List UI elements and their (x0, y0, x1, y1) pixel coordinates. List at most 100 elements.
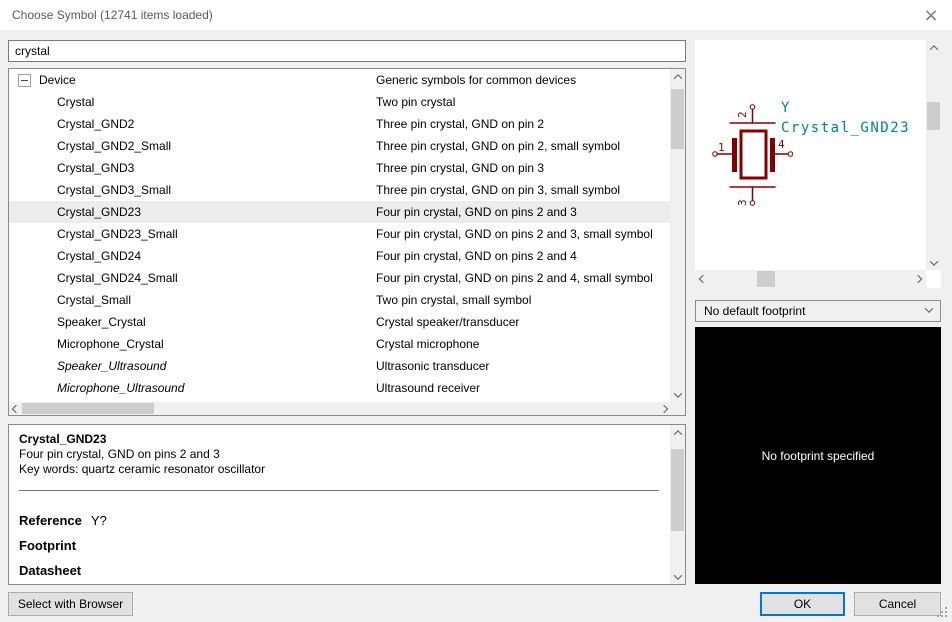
symbol-value-label: Crystal_GND23 (781, 120, 910, 136)
symbol-name: Crystal (57, 95, 94, 109)
symbol-name: Device (39, 73, 76, 87)
symbol-details-panel: Crystal_GND23 Four pin crystal, GND on p… (8, 424, 686, 585)
tree-row-Microphone_Ultrasound[interactable]: Microphone_Ultrasound Ultrasound receiver (9, 377, 670, 399)
symbol-description: Four pin crystal, GND on pins 2 and 3 (376, 205, 670, 219)
scroll-up-icon[interactable] (670, 425, 685, 440)
tree-row-Crystal_Small[interactable]: Crystal_Small Two pin crystal, small symb… (9, 289, 670, 311)
scroll-right-icon[interactable] (910, 270, 926, 288)
detail-field-datasheet: Datasheet (19, 558, 659, 583)
symbol-description: Ultrasound receiver (376, 381, 670, 395)
scroll-up-icon[interactable] (926, 40, 941, 55)
symbol-tree-list: Device Generic symbols for common devices… (8, 68, 686, 416)
scroll-up-icon[interactable] (670, 69, 685, 84)
crystal-symbol-drawing: 1 4 2 3 Y Crystal_GND23 (695, 40, 926, 270)
symbol-description: Crystal microphone (376, 337, 670, 351)
tree-row-Crystal_GND3_Small[interactable]: Crystal_GND3_Small Three pin crystal, GND… (9, 179, 670, 201)
detail-field-reference: ReferenceY? (19, 508, 659, 533)
tree-hscroll-thumb[interactable] (22, 403, 154, 414)
field-label: Reference (19, 508, 91, 533)
pin-number-2: 2 (736, 111, 749, 118)
ok-button[interactable]: OK (760, 592, 845, 616)
tree-row-Crystal_GND23_Small[interactable]: Crystal_GND23_Small Four pin crystal, GND… (9, 223, 670, 245)
symbol-name: Speaker_Ultrasound (57, 359, 166, 373)
symbol-name: Crystal_GND2_Small (57, 139, 171, 153)
symbol-description: Three pin crystal, GND on pin 3, small s… (376, 183, 670, 197)
chevron-down-icon (925, 304, 933, 312)
symbol-description: Three pin crystal, GND on pin 3 (376, 161, 670, 175)
symbol-preview-panel: 1 4 2 3 Y Crystal_GND23 (695, 40, 941, 288)
symbol-description: Four pin crystal, GND on pins 2 and 3, s… (376, 227, 670, 241)
scroll-left-icon[interactable] (695, 270, 711, 288)
scroll-right-icon[interactable] (657, 402, 670, 415)
pin-number-3: 3 (736, 199, 749, 206)
symbol-name: Crystal_GND2 (57, 117, 134, 131)
symbol-description: Four pin crystal, GND on pins 2 and 4 (376, 249, 670, 263)
preview-vscroll-thumb[interactable] (927, 102, 940, 130)
detail-symbol-description: Four pin crystal, GND on pins 2 and 3 (19, 447, 659, 462)
tree-vscroll-thumb[interactable] (671, 89, 684, 149)
choose-symbol-dialog: { "window": { "title": "Choose Symbol (1… (0, 0, 952, 622)
scroll-down-icon[interactable] (670, 387, 685, 402)
scrollbar-corner (670, 402, 685, 415)
preview-hscroll-thumb[interactable] (757, 271, 775, 287)
detail-fields: ReferenceY?FootprintDatasheet (19, 508, 659, 583)
tree-row-Crystal_GND24_Small[interactable]: Crystal_GND24_Small Four pin crystal, GND… (9, 267, 670, 289)
symbol-description: Generic symbols for common devices (376, 73, 670, 87)
tree-row-Speaker_Crystal[interactable]: Speaker_Crystal Crystal speaker/transduce… (9, 311, 670, 333)
title-bar: Choose Symbol (12741 items loaded) × (0, 0, 952, 30)
tree-vertical-scrollbar[interactable] (670, 69, 685, 402)
tree-row-Speaker_Ultrasound[interactable]: Speaker_Ultrasound Ultrasonic transducer (9, 355, 670, 377)
symbol-name: Crystal_GND3_Small (57, 183, 171, 197)
symbol-reference-label: Y (781, 100, 791, 116)
symbol-description: Two pin crystal (376, 95, 670, 109)
footprint-select-value: No default footprint (704, 304, 926, 318)
symbol-description: Two pin crystal, small symbol (376, 293, 670, 307)
pin-number-4: 4 (778, 138, 785, 151)
tree-collapse-icon[interactable] (18, 74, 31, 87)
tree-row-Crystal_GND2[interactable]: Crystal_GND2 Three pin crystal, GND on pi… (9, 113, 670, 135)
detail-field-footprint: Footprint (19, 533, 659, 558)
resize-grip-icon[interactable] (937, 607, 947, 617)
symbol-name: Speaker_Crystal (57, 315, 146, 329)
tree-row-Crystal[interactable]: Crystal Two pin crystal (9, 91, 670, 113)
symbol-name: Crystal_GND3 (57, 161, 134, 175)
close-icon[interactable]: × (918, 2, 944, 28)
tree-row-Crystal_GND3[interactable]: Crystal_GND3 Three pin crystal, GND on pi… (9, 157, 670, 179)
preview-horizontal-scrollbar[interactable] (695, 270, 926, 288)
detail-symbol-name: Crystal_GND23 (19, 432, 659, 447)
symbol-name: Microphone_Crystal (57, 337, 164, 351)
field-label: Footprint (19, 533, 91, 558)
details-scroll-thumb[interactable] (671, 449, 684, 531)
symbol-description: Four pin crystal, GND on pins 2 and 4, s… (376, 271, 670, 285)
details-scrollbar[interactable] (670, 425, 685, 584)
symbol-description: Ultrasonic transducer (376, 359, 670, 373)
symbol-tree-rows: Device Generic symbols for common devices… (9, 69, 670, 402)
symbol-name: Crystal_GND24_Small (57, 271, 178, 285)
footprint-select[interactable]: No default footprint (695, 300, 941, 322)
scroll-left-icon[interactable] (9, 402, 22, 415)
cancel-button[interactable]: Cancel (854, 592, 941, 616)
symbol-name: Microphone_Ultrasound (57, 381, 184, 395)
window-title: Choose Symbol (12741 items loaded) (12, 0, 213, 30)
search-input[interactable] (8, 40, 686, 62)
symbol-description: Three pin crystal, GND on pin 2 (376, 117, 670, 131)
footprint-preview-panel: No footprint specified (695, 327, 941, 584)
footprint-preview-message: No footprint specified (762, 449, 875, 463)
symbol-name: Crystal_GND23_Small (57, 227, 178, 241)
tree-row-Crystal_GND24[interactable]: Crystal_GND24 Four pin crystal, GND on pi… (9, 245, 670, 267)
symbol-description: Crystal speaker/transducer (376, 315, 670, 329)
select-with-browser-button[interactable]: Select with Browser (8, 592, 133, 616)
symbol-name: Crystal_GND24 (57, 249, 141, 263)
scroll-down-icon[interactable] (926, 255, 941, 270)
field-label: Datasheet (19, 558, 91, 583)
detail-symbol-keywords: Key words: quartz ceramic resonator osci… (19, 462, 659, 477)
tree-row-Microphone_Crystal[interactable]: Microphone_Crystal Crystal microphone (9, 333, 670, 355)
tree-horizontal-scrollbar[interactable] (9, 402, 670, 415)
tree-row-Crystal_GND23[interactable]: Crystal_GND23Four pin crystal, GND on pi… (9, 201, 670, 223)
preview-vertical-scrollbar[interactable] (926, 40, 941, 270)
scroll-down-icon[interactable] (670, 569, 685, 584)
tree-row-Device[interactable]: Device Generic symbols for common devices (9, 69, 670, 91)
symbol-name: Crystal_Small (57, 293, 131, 307)
details-divider (19, 490, 659, 491)
tree-row-Crystal_GND2_Small[interactable]: Crystal_GND2_SmallThree pin crystal, GND… (9, 135, 670, 157)
